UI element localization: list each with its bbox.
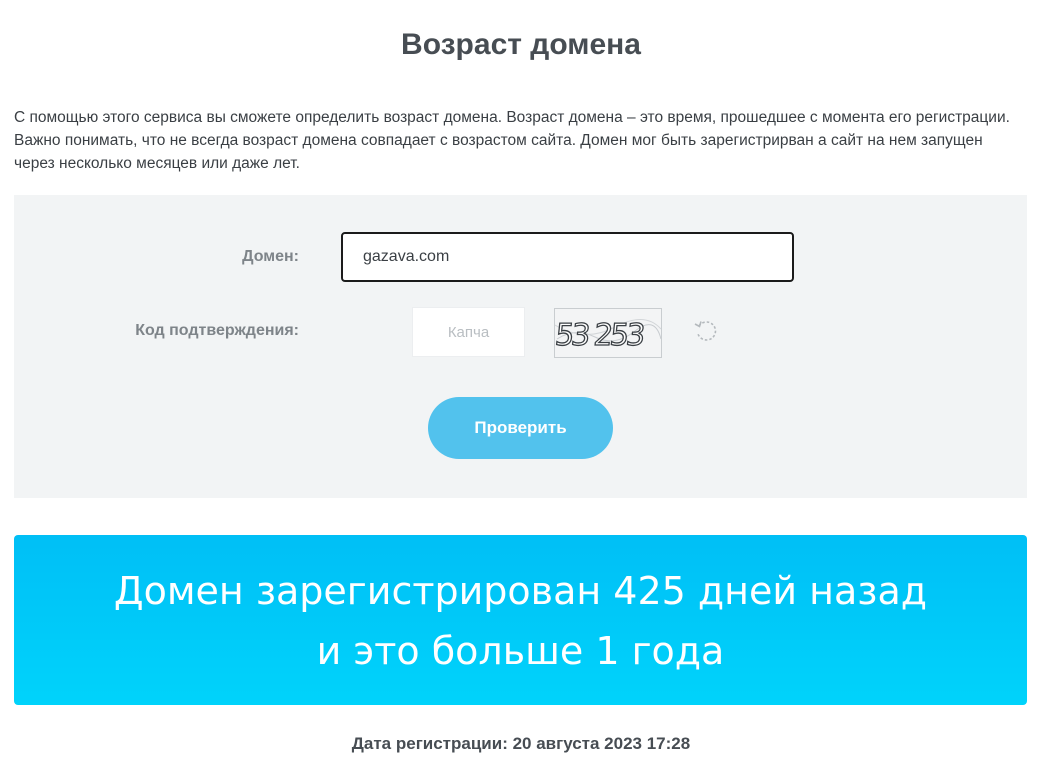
captcha-label: Код подтверждения: (135, 322, 299, 339)
domain-input[interactable] (341, 232, 794, 282)
captcha-image: 53 253 (554, 308, 662, 358)
captcha-input[interactable] (412, 307, 525, 357)
result-line-age: Домен зарегистрирован 425 дней назад (113, 569, 928, 613)
result-banner: Домен зарегистрирован 425 дней назад и э… (14, 535, 1027, 705)
refresh-icon-graphic (694, 321, 717, 341)
page: Возраст домена С помощью этого сервиса в… (0, 0, 1042, 768)
registration-date: Дата регистрации: 20 августа 2023 17:28 (351, 734, 691, 753)
captcha-graphic: 53 253 (555, 317, 661, 354)
page-title: Возраст домена (401, 28, 641, 61)
intro-text: С помощью этого сервиса вы сможете опред… (14, 109, 1010, 172)
submit-button[interactable]: Проверить (428, 397, 613, 459)
domain-label: Домен: (242, 248, 299, 265)
refresh-icon[interactable] (693, 318, 719, 344)
result-line-comparison: и это больше 1 года (316, 629, 725, 673)
captcha-text: 53 253 (555, 318, 645, 353)
